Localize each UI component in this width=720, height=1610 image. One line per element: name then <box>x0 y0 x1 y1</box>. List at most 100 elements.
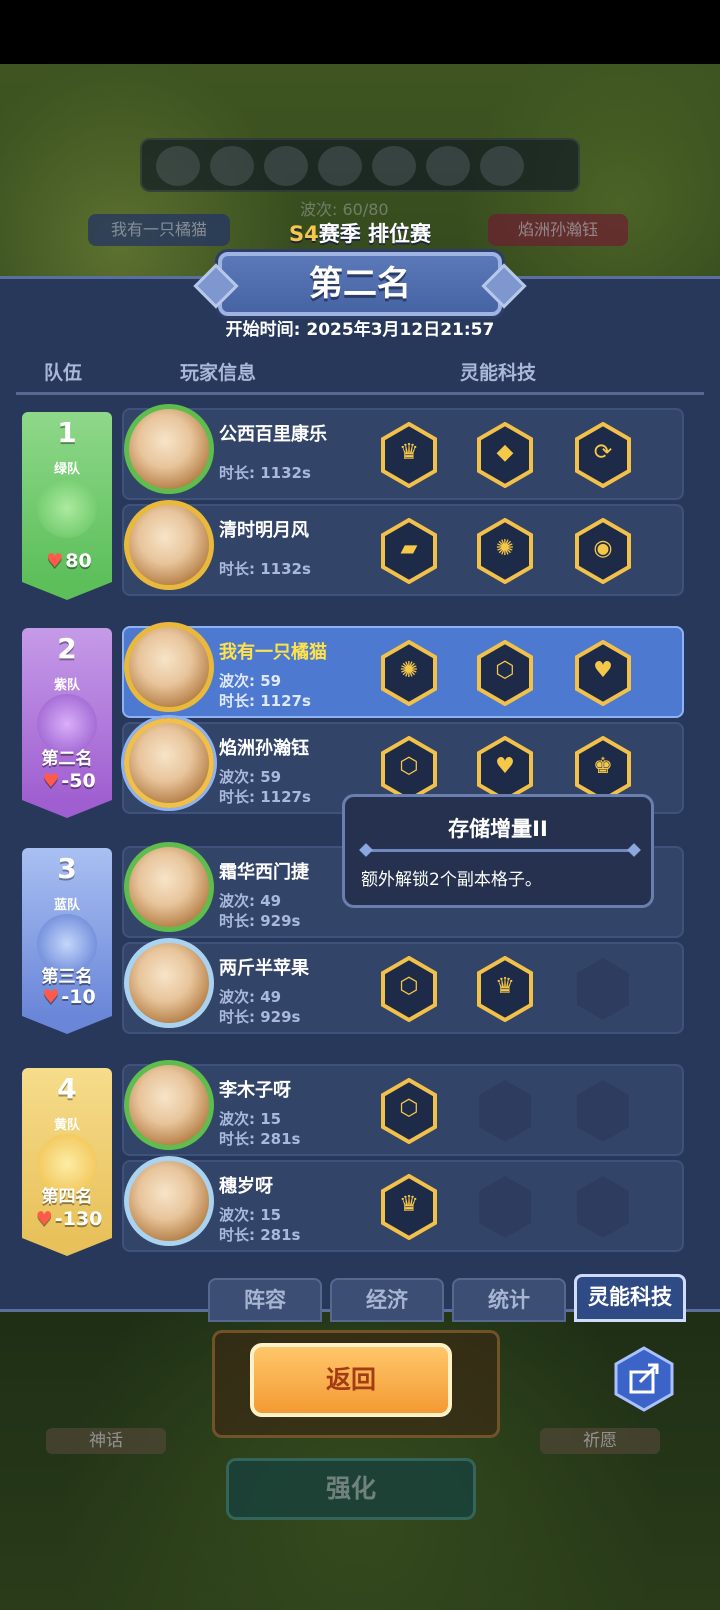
empty-tech-slot <box>574 1174 632 1240</box>
season-number: S4 <box>288 222 319 246</box>
tab-economy[interactable]: 经济 <box>330 1278 444 1322</box>
status-bar <box>0 0 720 64</box>
card-icon[interactable]: ▰ <box>380 518 438 584</box>
chess-icon[interactable]: ♚ <box>574 736 632 802</box>
player-avatar[interactable] <box>124 622 214 712</box>
player-avatar[interactable] <box>124 938 214 1028</box>
team-number: 3 <box>57 852 77 885</box>
column-tech: 灵能科技 <box>460 362 537 384</box>
storage-icon[interactable]: ⬡ <box>380 736 438 802</box>
team-name: 黄队 <box>53 1118 80 1133</box>
player-name: 李木子呀 <box>219 1080 291 1101</box>
player-time: 时长: 1132s <box>219 560 311 578</box>
tech-tooltip: 存储增量II 额外解锁2个副本格子。 <box>342 794 654 908</box>
season-mode: 赛季 排位赛 <box>318 222 432 246</box>
tooltip-title: 存储增量II <box>448 817 548 841</box>
player-wave: 波次: 59 <box>219 768 282 786</box>
heart-wave-icon[interactable]: ♥ <box>476 736 534 802</box>
player-avatar[interactable] <box>124 842 214 932</box>
heart-icon: ♥ <box>35 1208 53 1230</box>
swirl-icon[interactable]: ✺ <box>476 518 534 584</box>
player-time: 时长: 1132s <box>219 464 311 482</box>
share-icon <box>614 1346 674 1412</box>
player-name: 公西百里康乐 <box>219 424 327 445</box>
eye-icon[interactable]: ◉ <box>574 518 632 584</box>
heart-percent-icon[interactable]: ♥ <box>574 640 632 706</box>
player-row-self[interactable]: 我有一只橘猫 波次: 59 时长: 1127s ✺ ⬡ ♥ <box>122 622 684 718</box>
crown-icon[interactable]: ♛ <box>380 1174 438 1240</box>
player-name: 我有一只橘猫 <box>219 642 327 663</box>
team-rank: 第三名 <box>41 967 93 987</box>
team-score: ♥ -10 <box>42 986 96 1008</box>
player-row[interactable]: 清时明月风 时长: 1132s ▰ ✺ ◉ <box>122 500 684 596</box>
tab-stats[interactable]: 统计 <box>452 1278 566 1322</box>
team-ribbon-purple: 2 紫队 第二名 ♥ -50 <box>22 628 112 818</box>
player-name: 穗岁呀 <box>219 1176 273 1197</box>
player-row[interactable]: 两斤半苹果 波次: 49 时长: 929s ⬡ ♛ <box>122 938 684 1034</box>
team-name: 紫队 <box>53 678 80 693</box>
clover-icon <box>37 478 97 538</box>
team-number: 4 <box>57 1072 77 1105</box>
team-number: 1 <box>57 416 77 449</box>
player-avatar[interactable] <box>124 1060 214 1150</box>
heart-icon: ♥ <box>42 770 60 792</box>
player-avatar[interactable] <box>124 500 214 590</box>
share-button[interactable] <box>614 1346 674 1412</box>
storage-icon[interactable]: ⬡ <box>476 640 534 706</box>
player-time: 时长: 929s <box>219 1008 301 1026</box>
column-team: 队伍 <box>44 362 83 384</box>
storage-icon[interactable]: ⬡ <box>380 956 438 1022</box>
player-wave: 波次: 49 <box>219 892 282 910</box>
player-time: 时长: 281s <box>219 1130 301 1148</box>
team-ribbon-green: 1 绿队 ♥ 80 <box>22 412 112 600</box>
heart-icon: ♥ <box>46 550 64 572</box>
team-name: 蓝队 <box>53 898 80 913</box>
crown-icon[interactable]: ♛ <box>380 422 438 488</box>
team-score: ♥ -50 <box>42 770 96 792</box>
ribbon-tail <box>22 582 112 600</box>
player-row[interactable]: 李木子呀 波次: 15 时长: 281s ⬡ <box>122 1060 684 1156</box>
player-wave: 波次: 15 <box>219 1110 282 1128</box>
ribbon-tail <box>22 1238 112 1256</box>
empty-tech-slot <box>574 956 632 1022</box>
player-wave: 波次: 59 <box>219 672 282 690</box>
player-name: 焰洲孙瀚钰 <box>219 738 309 759</box>
player-row[interactable]: 穗岁呀 波次: 15 时长: 281s ♛ <box>122 1156 684 1252</box>
ribbon-tail <box>22 1016 112 1034</box>
player-time: 时长: 281s <box>219 1226 301 1244</box>
storage-icon[interactable]: ⬡ <box>380 1078 438 1144</box>
player-name: 霜华西门捷 <box>219 862 309 883</box>
player-row[interactable]: 公西百里康乐 时长: 1132s ♛ ◆ ⟳ <box>122 404 684 500</box>
team-score: ♥ -130 <box>35 1208 103 1230</box>
ribbon-tail <box>22 800 112 818</box>
team-rank: 第四名 <box>41 1187 93 1207</box>
swirl-icon[interactable]: ✺ <box>380 640 438 706</box>
player-name: 清时明月风 <box>219 520 309 541</box>
team-score: ♥ 80 <box>46 550 92 572</box>
heart-icon: ♥ <box>42 986 60 1008</box>
header-divider <box>16 392 704 395</box>
player-time: 时长: 1127s <box>219 788 311 806</box>
rank-banner: 第二名 <box>218 252 502 316</box>
player-avatar[interactable] <box>124 404 214 494</box>
crown-icon[interactable]: ♛ <box>476 956 534 1022</box>
player-wave: 波次: 49 <box>219 988 282 1006</box>
coin-arrow-icon[interactable]: ⟳ <box>574 422 632 488</box>
gem-icon[interactable]: ◆ <box>476 422 534 488</box>
player-name: 两斤半苹果 <box>219 958 309 979</box>
player-time: 时长: 929s <box>219 912 301 930</box>
empty-tech-slot <box>574 1078 632 1144</box>
tab-psionic-tech[interactable]: 灵能科技 <box>574 1274 686 1322</box>
tab-lineup[interactable]: 阵容 <box>208 1278 322 1322</box>
player-avatar[interactable] <box>124 1156 214 1246</box>
rank-title: 第二名 <box>309 264 411 304</box>
empty-tech-slot <box>476 1174 534 1240</box>
back-button[interactable]: 返回 <box>250 1343 452 1417</box>
tooltip-divider <box>365 849 635 852</box>
player-avatar[interactable] <box>124 718 214 808</box>
season-title: S4赛季 排位赛 <box>0 218 720 248</box>
player-time: 时长: 1127s <box>219 692 311 710</box>
player-wave: 波次: 15 <box>219 1206 282 1224</box>
start-time: 开始时间: 2025年3月12日21:57 <box>225 320 495 340</box>
team-ribbon-yellow: 4 黄队 第四名 ♥ -130 <box>22 1068 112 1256</box>
